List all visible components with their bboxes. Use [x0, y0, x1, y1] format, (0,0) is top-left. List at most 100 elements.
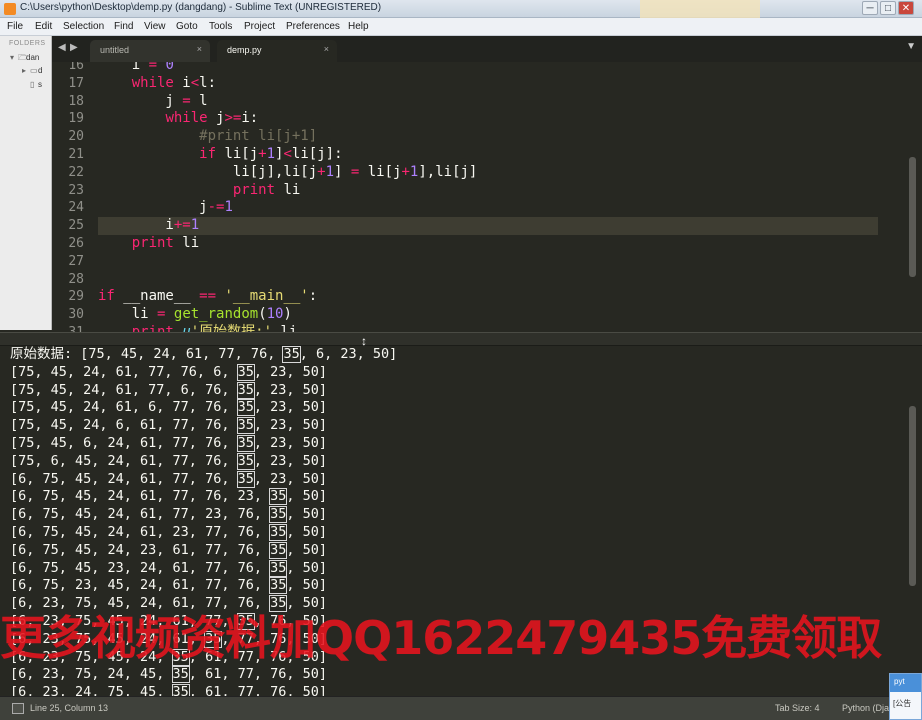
code-line[interactable]: i = 0	[98, 62, 174, 75]
output-line: [75, 45, 24, 61, 6, 77, 76, 35, 23, 50]	[10, 399, 327, 416]
output-line: [6, 75, 45, 24, 23, 61, 77, 76, 35, 50]	[10, 541, 327, 558]
code-line[interactable]: li = get_random(10)	[98, 306, 292, 324]
title-bar: C:\Users\python\Desktop\demp.py (dangdan…	[0, 0, 922, 18]
line-number: 25	[68, 218, 84, 234]
tab-untitled[interactable]: untitled ×	[90, 40, 210, 62]
watermark-overlay: 更多视频资料加QQ1622479435免费领取	[0, 611, 882, 662]
code-line[interactable]: j-=1	[98, 199, 233, 217]
tab-scroll-right-icon[interactable]: ▶	[70, 42, 78, 53]
line-number: 30	[68, 307, 84, 323]
line-number: 26	[68, 236, 84, 251]
folder-open-icon: 🗁	[18, 53, 28, 62]
code-line[interactable]: while i<l:	[98, 75, 216, 93]
popup-text: [公告	[893, 699, 912, 708]
background-decoration	[640, 0, 760, 18]
menu-selection[interactable]: Selection	[63, 21, 104, 32]
menu-preferences[interactable]: Preferences	[286, 21, 340, 32]
menu-file[interactable]: File	[7, 21, 23, 32]
minimize-button[interactable]: ─	[862, 1, 878, 15]
menu-bar: File Edit Selection Find View Goto Tools…	[0, 18, 922, 36]
tab-bar: ◀ ▶ untitled × demp.py × ▼	[52, 36, 922, 62]
menu-find[interactable]: Find	[114, 21, 133, 32]
folders-header: FOLDERS	[9, 40, 46, 47]
tab-label: demp.py	[227, 45, 262, 55]
output-line: [6, 75, 45, 23, 24, 61, 77, 76, 35, 50]	[10, 559, 327, 576]
tab-scroll-left-icon[interactable]: ◀	[58, 42, 66, 53]
line-number: 20	[68, 129, 84, 145]
code-editor[interactable]: 16 17 18 19 20 21 22 23 24 25 26 27 28 29 3031 i = 0 w…	[52, 62, 922, 332]
line-number: 28	[68, 271, 84, 287]
code-line[interactable]: if li[j+1]<li[j]:	[98, 146, 342, 164]
code-line[interactable]: print li	[98, 182, 300, 200]
tab-close-icon[interactable]: ×	[324, 44, 329, 54]
chevron-down-icon: ▾	[10, 53, 15, 62]
output-line: [6, 75, 45, 24, 61, 77, 76, 23, 35, 50]	[10, 488, 327, 505]
output-line: [75, 45, 6, 24, 61, 77, 76, 35, 23, 50]	[10, 435, 327, 451]
file-icon: ▯	[30, 80, 35, 89]
popup-header: pyt	[890, 674, 921, 692]
syntax-selector[interactable]: Python (Djan	[842, 703, 894, 713]
output-line: [75, 6, 45, 24, 61, 77, 76, 35, 23, 50]	[10, 452, 327, 469]
menu-tools[interactable]: Tools	[209, 21, 232, 32]
output-line: [6, 75, 45, 24, 61, 23, 77, 76, 35, 50]	[10, 524, 327, 540]
cursor-position: Line 25, Column 13	[30, 703, 109, 713]
output-line: 原始数据: [75, 45, 24, 61, 77, 76, 35, 6, 23…	[10, 346, 398, 362]
close-button[interactable]: ✕	[898, 1, 914, 15]
output-panel-divider[interactable]	[0, 332, 922, 346]
line-number: 31	[52, 324, 84, 332]
code-line[interactable]: j = l	[98, 93, 207, 111]
menu-project[interactable]: Project	[244, 21, 275, 32]
notification-popup[interactable]: pyt [公告	[889, 673, 922, 720]
output-line: [6, 75, 45, 24, 61, 77, 23, 76, 35, 50]	[10, 506, 327, 523]
line-number: 24	[68, 200, 84, 216]
panel-toggle-icon[interactable]	[12, 703, 24, 714]
output-line: [6, 23, 75, 24, 45, 35, 61, 77, 76, 50]	[10, 666, 327, 683]
code-line[interactable]: if __name__ == '__main__':	[98, 288, 317, 306]
menu-help[interactable]: Help	[348, 21, 369, 32]
output-line: [6, 75, 23, 45, 24, 61, 77, 76, 35, 50]	[10, 577, 327, 594]
sidebar-folder-label: dan	[26, 53, 40, 62]
sidebar-folder-root[interactable]: ▾ 🗁dan	[10, 52, 39, 66]
sublime-app-icon	[4, 3, 16, 15]
line-number: 16	[68, 62, 84, 73]
output-line: [6, 75, 45, 24, 61, 77, 76, 35, 23, 50]	[10, 470, 327, 487]
menu-goto[interactable]: Goto	[176, 21, 198, 32]
tab-list-dropdown-icon[interactable]: ▼	[906, 41, 916, 52]
status-bar: Line 25, Column 13 Tab Size: 4 Python (D…	[0, 696, 922, 720]
menu-view[interactable]: View	[144, 21, 166, 32]
line-number: 22	[68, 164, 84, 180]
line-number: 17	[68, 75, 84, 91]
output-line: [75, 45, 24, 6, 61, 77, 76, 35, 23, 50]	[10, 417, 327, 434]
editor-scrollbar[interactable]	[909, 157, 916, 277]
tab-demp-py[interactable]: demp.py ×	[217, 40, 337, 62]
tab-label: untitled	[100, 45, 130, 55]
output-line: [75, 45, 24, 61, 77, 6, 76, 35, 23, 50]	[10, 381, 327, 398]
maximize-button[interactable]: □	[880, 1, 896, 15]
sidebar: FOLDERS ▾ 🗁dan ▸ ▭d ▯ s	[0, 36, 52, 330]
code-line[interactable]: i+=1	[98, 217, 878, 235]
code-line[interactable]: print u'原始数据:',li	[98, 324, 298, 332]
tab-close-icon[interactable]: ×	[197, 44, 202, 54]
folder-icon: ▭	[30, 66, 38, 75]
line-number: 19	[68, 111, 84, 127]
output-line: [6, 23, 24, 75, 45, 35, 61, 77, 76, 50]	[10, 684, 327, 696]
line-number: 18	[68, 93, 84, 109]
output-line: [75, 45, 24, 61, 77, 76, 6, 35, 23, 50]	[10, 363, 327, 380]
sidebar-folder-label: d	[38, 66, 43, 75]
window-title: C:\Users\python\Desktop\demp.py (dangdan…	[20, 2, 382, 13]
code-line[interactable]: print li	[98, 235, 199, 253]
sidebar-file-label: s	[38, 80, 42, 89]
code-line[interactable]: li[j],li[j+1] = li[j+1],li[j]	[98, 164, 478, 182]
tab-size-selector[interactable]: Tab Size: 4	[775, 703, 820, 713]
line-number: 29	[68, 289, 84, 305]
line-number: 21	[68, 147, 84, 162]
code-line[interactable]: #print li[j+1]	[98, 128, 317, 146]
code-line[interactable]: while j>=i:	[98, 110, 258, 128]
sidebar-file-item[interactable]: ▯ s	[30, 80, 42, 89]
output-scrollbar[interactable]	[909, 406, 916, 586]
chevron-right-icon: ▸	[22, 66, 27, 75]
line-number: 27	[68, 253, 84, 269]
line-number: 23	[68, 182, 84, 198]
menu-edit[interactable]: Edit	[35, 21, 52, 32]
sidebar-folder-child[interactable]: ▸ ▭d	[22, 66, 42, 75]
